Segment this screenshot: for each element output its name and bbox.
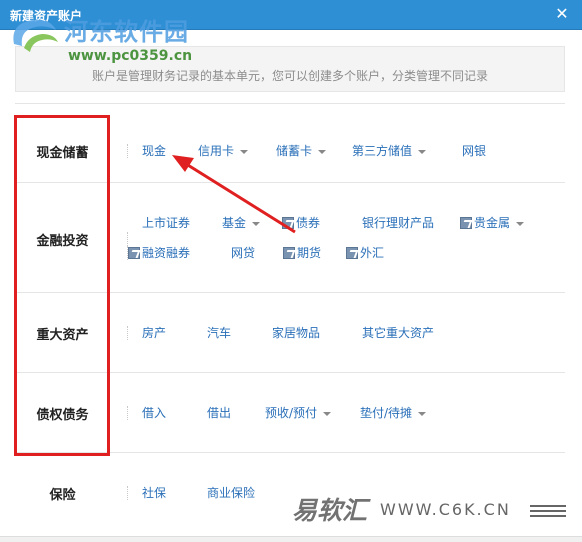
highlight-box xyxy=(14,115,110,456)
account-type-label: 预收/预付 xyxy=(265,406,318,420)
row-separator xyxy=(127,406,128,420)
account-type-option[interactable]: 汽车 xyxy=(207,324,231,341)
account-type-label: 贵金属 xyxy=(474,216,511,230)
account-type-option[interactable]: 网银 xyxy=(462,142,486,159)
bottom-strip xyxy=(0,536,582,542)
account-type-option[interactable]: 借入 xyxy=(142,404,166,421)
chevron-down-icon[interactable] xyxy=(418,149,427,154)
account-type-option[interactable]: 商业保险 xyxy=(207,484,255,501)
account-type-label: 现金 xyxy=(142,144,167,158)
account-type-option[interactable]: 社保 xyxy=(142,484,166,501)
account-type-label: 融资融券 xyxy=(142,246,191,260)
brand-watermark-name: 易软汇 xyxy=(292,496,368,525)
chevron-down-icon[interactable] xyxy=(318,149,327,154)
account-type-option[interactable]: 预收/预付 xyxy=(265,404,332,421)
chevron-down-icon[interactable] xyxy=(240,149,249,154)
account-type-label: 基金 xyxy=(222,216,247,230)
category-row: 保险 社保 商业保险 xyxy=(15,452,565,532)
account-type-icon xyxy=(128,247,140,259)
site-logo-icon xyxy=(13,19,58,52)
account-type-label: 家居物品 xyxy=(272,326,321,340)
brand-watermark-url: WWW.C6K.CN xyxy=(380,500,511,519)
account-type-option[interactable]: 房产 xyxy=(142,324,166,341)
account-type-option[interactable]: 外汇 xyxy=(346,244,384,261)
account-type-label: 银行理财产品 xyxy=(362,216,435,230)
account-type-option[interactable]: 贵金属 xyxy=(460,214,525,231)
site-watermark-title: 河东软件园 xyxy=(64,18,189,46)
account-type-label: 上市证券 xyxy=(142,216,191,230)
account-type-option[interactable]: 储蓄卡 xyxy=(276,142,327,159)
account-type-label: 垫付/待摊 xyxy=(360,406,413,420)
account-type-label: 外汇 xyxy=(360,246,385,260)
row-separator xyxy=(127,144,128,158)
account-type-option[interactable]: 第三方储值 xyxy=(352,142,427,159)
description-text: 账户是管理财务记录的基本单元，您可以创建多个账户，分类管理不同记录 xyxy=(91,69,488,83)
account-type-label: 网银 xyxy=(462,144,487,158)
chevron-down-icon[interactable] xyxy=(516,221,525,226)
account-type-label: 期货 xyxy=(297,246,322,260)
account-type-label: 借入 xyxy=(142,406,167,420)
category-label: 保险 xyxy=(49,488,76,503)
account-type-label: 第三方储值 xyxy=(352,144,413,158)
account-type-option[interactable]: 基金 xyxy=(222,214,261,231)
account-type-label: 其它重大资产 xyxy=(362,326,435,340)
account-type-option[interactable]: 现金 xyxy=(142,142,166,159)
account-type-option[interactable]: 期货 xyxy=(283,244,321,261)
account-type-label: 信用卡 xyxy=(198,144,235,158)
account-type-label: 汽车 xyxy=(207,326,232,340)
account-type-option[interactable]: 借出 xyxy=(207,404,231,421)
account-type-option[interactable]: 银行理财产品 xyxy=(362,214,434,231)
account-type-label: 借出 xyxy=(207,406,232,420)
account-type-label: 网贷 xyxy=(231,246,256,260)
account-type-icon xyxy=(346,247,358,259)
account-type-label: 债券 xyxy=(296,216,321,230)
row-separator xyxy=(127,326,128,340)
chevron-down-icon[interactable] xyxy=(418,411,427,416)
account-type-icon xyxy=(460,217,472,229)
account-type-label: 商业保险 xyxy=(207,486,256,500)
account-type-option[interactable]: 融资融券 xyxy=(128,244,190,261)
account-type-option[interactable]: 上市证券 xyxy=(142,214,190,231)
account-type-option[interactable]: 债券 xyxy=(282,214,320,231)
row-separator xyxy=(127,486,128,500)
account-type-option[interactable]: 网贷 xyxy=(231,244,255,261)
chevron-down-icon[interactable] xyxy=(323,411,332,416)
account-type-label: 社保 xyxy=(142,486,167,500)
site-watermark-url: www.pc0359.cn xyxy=(68,48,193,64)
account-type-icon xyxy=(283,247,295,259)
account-type-label: 储蓄卡 xyxy=(276,144,313,158)
account-type-icon xyxy=(282,217,294,229)
account-type-option[interactable]: 信用卡 xyxy=(198,142,249,159)
account-type-option[interactable]: 其它重大资产 xyxy=(362,324,434,341)
account-type-label: 房产 xyxy=(142,326,167,340)
account-type-option[interactable]: 家居物品 xyxy=(272,324,320,341)
close-icon[interactable]: ✕ xyxy=(554,6,570,22)
chevron-down-icon[interactable] xyxy=(252,221,261,226)
brand-lines-icon xyxy=(530,505,566,517)
row-divider xyxy=(15,103,565,104)
account-type-option[interactable]: 垫付/待摊 xyxy=(360,404,427,421)
